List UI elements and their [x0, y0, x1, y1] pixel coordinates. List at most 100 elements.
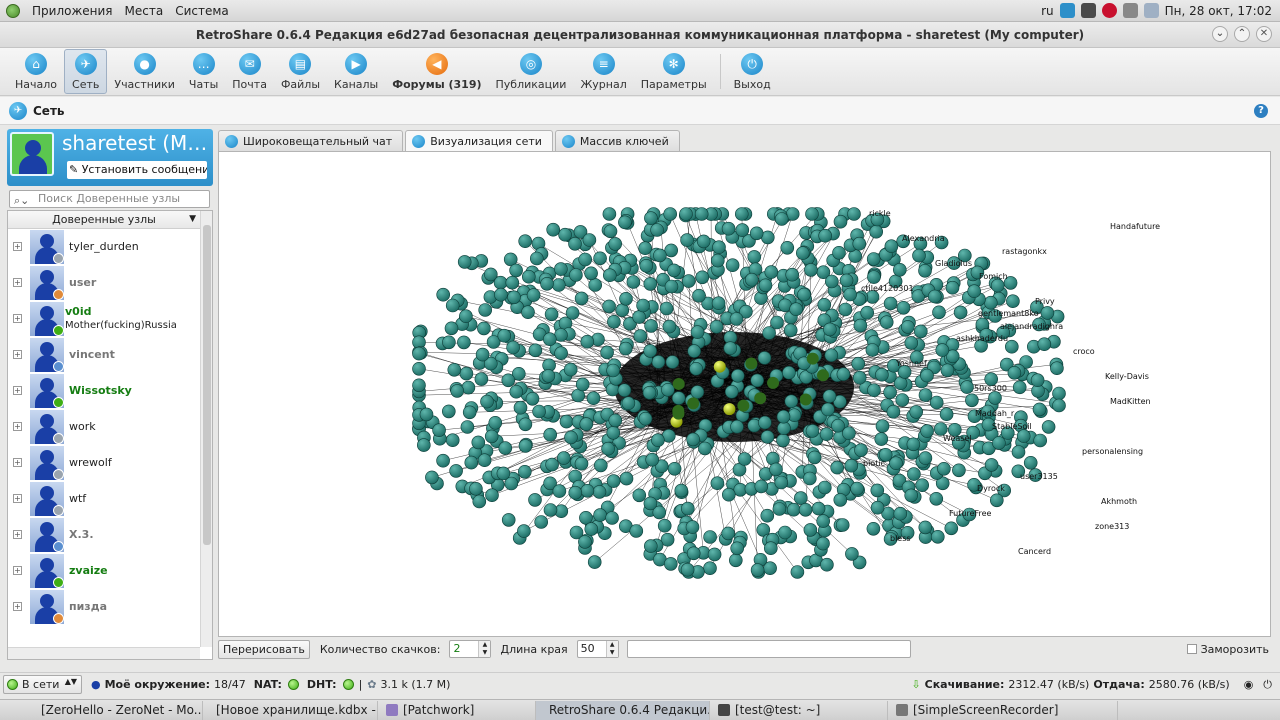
node-row[interactable]: + tyler_durden — [8, 229, 200, 265]
horizontal-scrollbar[interactable] — [8, 647, 200, 659]
freeze-checkbox[interactable]: Заморозить — [1186, 643, 1269, 656]
node-row[interactable]: + X.3. — [8, 517, 200, 553]
graph-node — [541, 369, 556, 383]
toolbar-people[interactable]: ● Участники — [107, 48, 182, 95]
task-screenrecorder[interactable]: [SimpleScreenRecorder] — [888, 700, 1118, 720]
expand-icon[interactable]: + — [13, 530, 22, 539]
graph-node-label: zone313 — [1095, 522, 1129, 531]
retroshare-tray-icon[interactable] — [1059, 3, 1075, 18]
toolbar-mail[interactable]: ✉ Почта — [225, 48, 274, 95]
menu-system[interactable]: Система — [175, 4, 229, 18]
power-icon[interactable]: ⏻ — [1263, 678, 1272, 692]
list-header[interactable]: Доверенные узлы ▼ — [8, 211, 200, 229]
task-patchwork[interactable]: [Patchwork] — [378, 700, 536, 720]
distro-logo-icon[interactable] — [6, 3, 20, 18]
node-row[interactable]: + Wissotsky — [8, 373, 200, 409]
graph-canvas[interactable]: rickle Handafuture Alexandria rastagonkx Gla… — [219, 152, 1270, 636]
graph-node — [795, 246, 810, 260]
graph-node-highlight — [723, 403, 736, 416]
hops-spinbox[interactable]: 2 ▲ ▼ — [449, 640, 492, 658]
expand-icon[interactable]: + — [13, 602, 22, 611]
toolbar-posted[interactable]: ◎ Публикации — [489, 48, 574, 95]
graph-filter-input[interactable] — [626, 640, 911, 658]
network-tray-icon[interactable] — [1080, 3, 1096, 18]
avatar[interactable] — [10, 132, 54, 176]
toolbar-home[interactable]: ⌂ Начало — [8, 48, 64, 95]
expand-icon[interactable]: + — [13, 566, 22, 575]
expand-icon[interactable]: + — [13, 278, 22, 287]
tab-broadcast-chat[interactable]: Широковещательный чат — [218, 130, 404, 151]
recorder-tray-icon[interactable] — [1101, 3, 1117, 18]
expand-icon[interactable]: + — [13, 314, 22, 323]
network-graph[interactable]: rickle Handafuture Alexandria rastagonkx Gla… — [218, 151, 1271, 637]
presence-icon — [53, 253, 64, 264]
graph-node — [1012, 380, 1027, 395]
tab-keyring[interactable]: Массив ключей — [554, 130, 680, 151]
graph-node-highlight — [672, 377, 685, 390]
node-row[interactable]: + zvaize — [8, 553, 200, 589]
node-row[interactable]: + user — [8, 265, 200, 301]
node-row[interactable]: + wrewolf — [8, 445, 200, 481]
presence-icon — [53, 577, 64, 588]
neighborhood-label: Моё окружение: — [104, 678, 211, 691]
window-titlebar[interactable]: RetroShare 0.6.4 Редакция e6d27ad безопа… — [0, 22, 1280, 48]
graph-node — [417, 438, 431, 452]
spin-arrows-icon[interactable]: ▲ ▼ — [605, 641, 618, 657]
maximize-button[interactable]: ⌃ — [1234, 26, 1250, 42]
node-row[interactable]: + vincent — [8, 337, 200, 373]
node-row[interactable]: + пизда — [8, 589, 200, 625]
help-icon[interactable]: ? — [1254, 104, 1268, 118]
eye-icon[interactable]: ◉ — [1244, 678, 1254, 691]
graph-node — [680, 562, 695, 577]
toolbar-quit[interactable]: ⏻ Выход — [727, 48, 778, 95]
keyboard-layout[interactable]: ru — [1041, 4, 1054, 18]
own-profile: sharetest (M… ✎ Установить сообщение с — [7, 129, 213, 186]
task-keepass[interactable]: [Новое хранилище.kdbx - ... — [203, 700, 378, 720]
online-status-select[interactable]: В сети ▲▼ — [3, 675, 82, 694]
graph-node-label: Fomich — [979, 272, 1008, 281]
expand-icon[interactable]: + — [13, 458, 22, 467]
menu-applications[interactable]: Приложения — [32, 4, 113, 18]
task-retroshare[interactable]: RetroShare 0.6.4 Редакци... — [536, 700, 710, 720]
pane-splitter[interactable] — [213, 129, 217, 660]
redraw-button[interactable]: Перерисовать — [218, 639, 310, 659]
expand-icon[interactable]: + — [13, 242, 22, 251]
checkbox-icon[interactable] — [1186, 644, 1197, 654]
graph-node — [574, 456, 589, 471]
graph-node — [844, 458, 859, 473]
node-row[interactable]: + wtf — [8, 481, 200, 517]
expand-icon[interactable]: + — [13, 494, 22, 503]
graph-node — [774, 212, 789, 226]
dht-peers-value: 3.1 k (1.7 M) — [380, 678, 451, 691]
minimize-button[interactable]: ⌄ — [1212, 26, 1228, 42]
graph-node — [551, 278, 566, 292]
expand-icon[interactable]: + — [13, 422, 22, 431]
spin-arrows-icon[interactable]: ▲ ▼ — [478, 641, 491, 657]
toolbar-channels[interactable]: ▶ Каналы — [327, 48, 385, 95]
node-row[interactable]: + v0id Mother(fucking)Russia — [8, 301, 200, 337]
toolbar-chats[interactable]: … Чаты — [182, 48, 225, 95]
task-terminal[interactable]: [test@test: ~] — [710, 700, 888, 720]
search-input[interactable]: ⌕⌄ Поиск Доверенные узлы — [9, 190, 210, 208]
volume-icon[interactable] — [1122, 3, 1138, 18]
scrollbar-thumb[interactable] — [203, 225, 211, 545]
toolbar-forums[interactable]: ◀ Форумы (319) — [385, 48, 488, 95]
toolbar-settings[interactable]: ✻ Параметры — [634, 48, 714, 95]
toolbar-files[interactable]: ▤ Файлы — [274, 48, 327, 95]
task-zeronet[interactable]: [ZeroHello - ZeroNet - Mo... — [28, 700, 203, 720]
toolbar-network[interactable]: ✈ Сеть — [64, 49, 108, 94]
edge-length-spinbox[interactable]: 50 ▲ ▼ — [576, 640, 619, 658]
toolbar-log[interactable]: ≡ Журнал — [573, 48, 633, 95]
graph-node — [782, 365, 796, 380]
node-row[interactable]: + work — [8, 409, 200, 445]
vertical-scrollbar[interactable] — [200, 211, 212, 647]
expand-icon[interactable]: + — [13, 350, 22, 359]
expand-icon[interactable]: + — [13, 386, 22, 395]
tab-network-graph[interactable]: Визуализация сети — [405, 130, 553, 151]
graph-node — [457, 255, 472, 269]
status-message-field[interactable]: ✎ Установить сообщение с — [67, 161, 207, 179]
user-tray-icon[interactable] — [1143, 3, 1159, 18]
menu-places[interactable]: Места — [125, 4, 164, 18]
close-button[interactable]: ✕ — [1256, 26, 1272, 42]
clock[interactable]: Пн, 28 окт, 17:02 — [1165, 4, 1272, 18]
